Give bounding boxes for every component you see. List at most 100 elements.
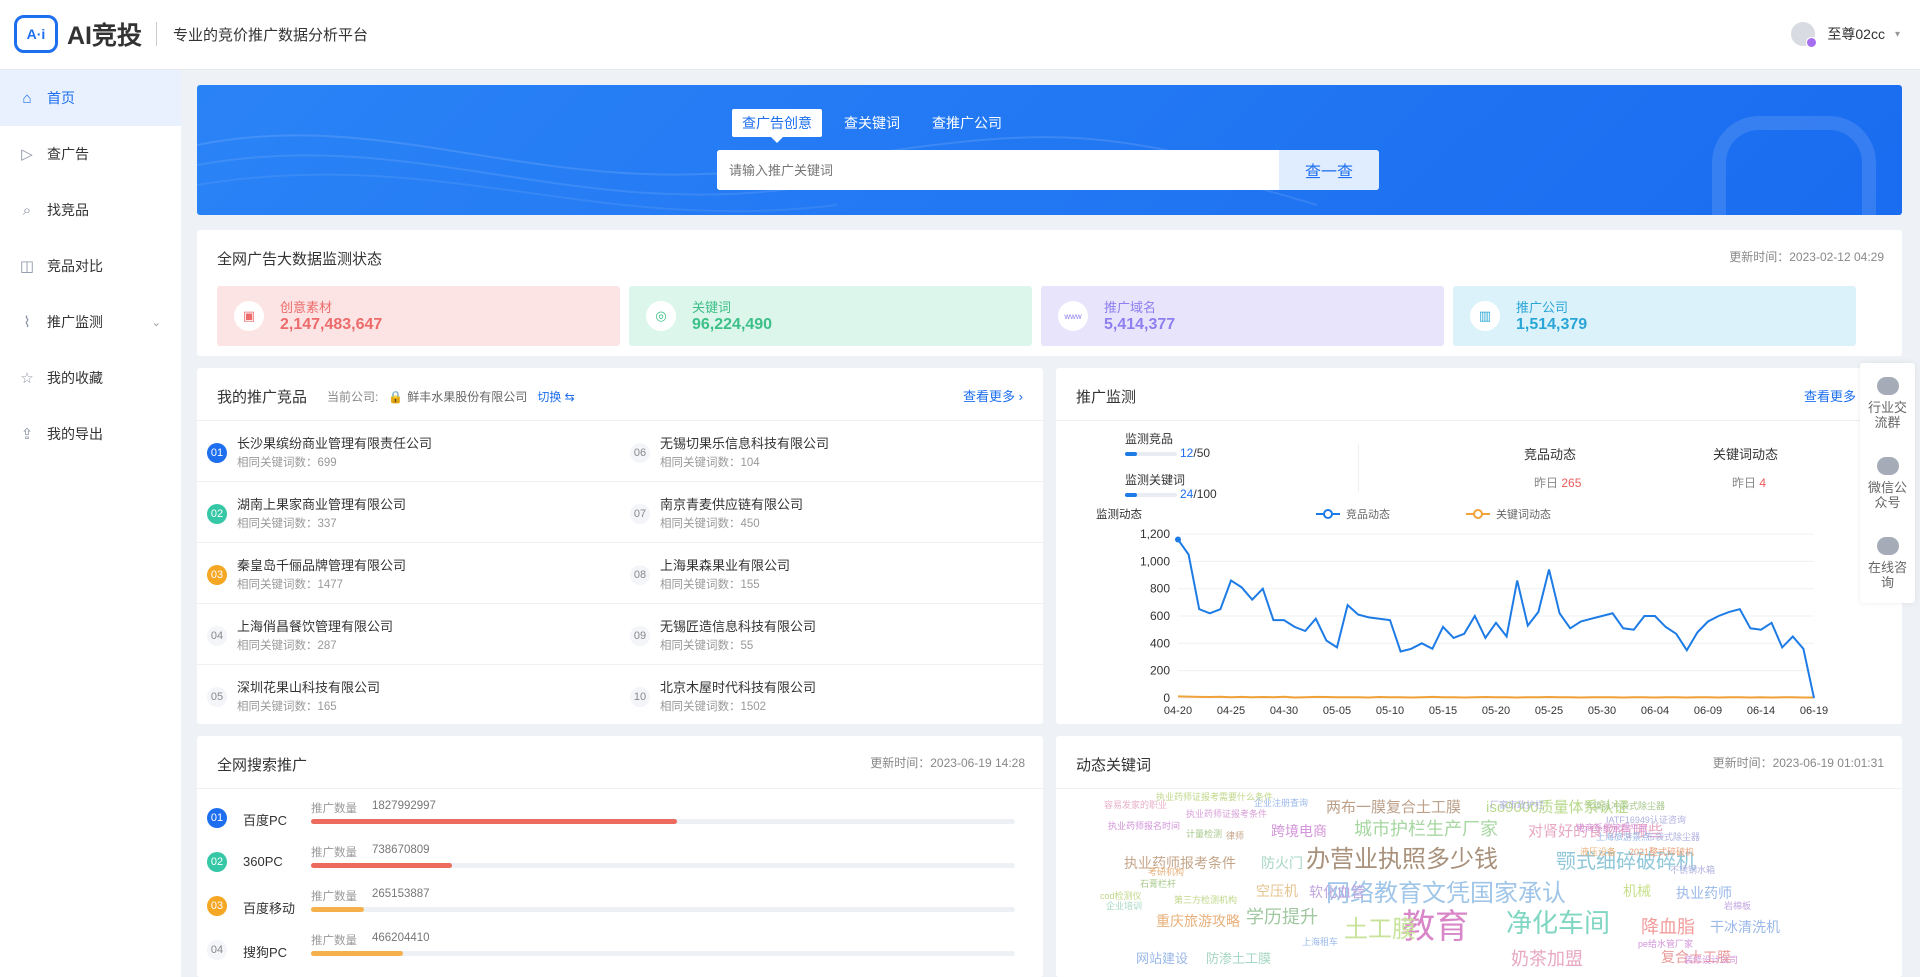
x-tick-label: 04-25: [1217, 705, 1245, 717]
switch-company-link[interactable]: 切换 ⇆: [537, 388, 574, 405]
user-menu[interactable]: 至尊02cc ▾: [1791, 22, 1900, 48]
promo-monitor-more-link[interactable]: 查看更多: [1804, 386, 1856, 405]
shared-keyword-count: 相同关键词数：55: [660, 640, 754, 652]
search-engine-row[interactable]: 01 百度PC 推广数量 1827992997: [207, 794, 1027, 838]
keyword-tag[interactable]: 厂家市政护栏: [1490, 801, 1544, 810]
competitor-name[interactable]: 上海俏昌餐饮管理有限公司: [237, 616, 393, 635]
chart-title: 监测动态: [1096, 508, 1142, 521]
stat-card-2[interactable]: www 推广域名 5,414,377: [1041, 286, 1444, 346]
search-button[interactable]: 查一查: [1279, 150, 1379, 190]
keyword-tag[interactable]: 计量检测: [1186, 830, 1222, 839]
competitor-row[interactable]: 08 上海果森果业有限公司 相同关键词数：155: [620, 543, 1043, 604]
sidebar-item-1[interactable]: ▷ 查广告: [0, 126, 181, 182]
keyword-tag[interactable]: 土工膜: [1344, 918, 1416, 942]
competitor-row[interactable]: 04 上海俏昌餐饮管理有限公司 相同关键词数：287: [197, 604, 620, 665]
keyword-tag[interactable]: 两布一膜复合土工膜: [1326, 800, 1461, 815]
competitor-row[interactable]: 02 湖南上果家商业管理有限公司 相同关键词数：337: [197, 482, 620, 543]
group-chat-icon: [1876, 376, 1899, 395]
keyword-tag[interactable]: 办营业执照多少钱: [1306, 848, 1498, 872]
keyword-tag[interactable]: 学历提升: [1246, 908, 1318, 926]
search-engine-name: 百度PC: [243, 813, 288, 828]
logo[interactable]: A·i AI竞投 专业的竞价推广数据分析平台: [14, 15, 368, 53]
float-item-0[interactable]: 行业交流群: [1860, 363, 1915, 443]
x-tick-label: 04-30: [1270, 705, 1298, 717]
keyword-tag[interactable]: 2021整式碎破机: [1629, 848, 1694, 857]
keyword-tag[interactable]: 网站建设: [1136, 952, 1188, 965]
competitor-name[interactable]: 秦皇岛千俪品牌管理有限公司: [237, 555, 406, 574]
sidebar-item-5[interactable]: ☆ 我的收藏: [0, 350, 181, 406]
keyword-tag[interactable]: 律师: [1226, 832, 1244, 841]
keyword-tag[interactable]: 布袋式除尘器: [1646, 833, 1700, 842]
stat-card-1[interactable]: ◎ 关键词 96,224,490: [629, 286, 1032, 346]
sidebar-item-4[interactable]: ⌇ 推广监测 ⌄: [0, 294, 181, 350]
keyword-tag[interactable]: 考研机构: [1148, 868, 1184, 877]
keyword-tag[interactable]: 空压机: [1256, 884, 1298, 898]
competitor-name[interactable]: 无锡匠造信息科技有限公司: [660, 616, 816, 635]
keyword-tag[interactable]: 上海旅游景点: [1596, 833, 1650, 842]
keyword-tag[interactable]: 执业药师: [1676, 886, 1732, 900]
my-products-more-link[interactable]: 查看更多 ›: [963, 386, 1023, 405]
stat-card-3[interactable]: ▥ 推广公司 1,514,379: [1453, 286, 1856, 346]
keyword-tag[interactable]: 跨境电商: [1271, 824, 1327, 838]
search-input[interactable]: [717, 150, 1279, 190]
competitor-name[interactable]: 北京木屋时代科技有限公司: [660, 677, 816, 696]
keyword-tag[interactable]: 防渗土工膜: [1206, 952, 1271, 965]
competitor-dynamic-value: 昨日 265: [1534, 476, 1582, 490]
competitor-row[interactable]: 05 深圳花果山科技有限公司 相同关键词数：165: [197, 665, 620, 726]
keyword-tag[interactable]: 企业培训: [1106, 902, 1142, 911]
keyword-tag[interactable]: cod检测仪: [1100, 892, 1142, 901]
y-tick-label: 0: [1163, 691, 1170, 705]
tab-search-type-2[interactable]: 查推广公司: [922, 109, 1012, 137]
tab-search-type-1[interactable]: 查关键词: [834, 109, 910, 137]
competitor-row[interactable]: 03 秦皇岛千俪品牌管理有限公司 相同关键词数：1477: [197, 543, 620, 604]
stat-label: 推广域名: [1104, 300, 1157, 315]
stat-card-0[interactable]: ▣ 创意素材 2,147,483,647: [217, 286, 620, 346]
competitor-row[interactable]: 07 南京青麦供应链有限公司 相同关键词数：450: [620, 482, 1043, 543]
keyword-tag[interactable]: 重庆旅游攻略: [1156, 914, 1240, 928]
competitor-row[interactable]: 10 北京木屋时代科技有限公司 相同关键词数：1502: [620, 665, 1043, 726]
float-item-2[interactable]: 在线咨询: [1860, 523, 1915, 603]
keyword-tag[interactable]: 液压设备: [1580, 848, 1616, 857]
keyword-tag[interactable]: 装修设计公司: [1684, 956, 1738, 965]
keyword-tag[interactable]: 第三方检测机构: [1174, 896, 1237, 905]
keyword-tag[interactable]: 石膏栏杆: [1140, 880, 1176, 889]
keyword-tag[interactable]: 奶茶加盟: [1511, 950, 1583, 968]
keyword-tag[interactable]: 执业药师证报考条件: [1186, 810, 1267, 819]
competitor-name[interactable]: 湖南上果家商业管理有限公司: [237, 494, 406, 513]
keyword-tag[interactable]: 气膜脉冲袋式除尘器: [1584, 802, 1665, 811]
keyword-tag[interactable]: 不锈钢水箱: [1670, 866, 1715, 875]
keyword-tag[interactable]: 机械: [1623, 884, 1651, 898]
keyword-tag[interactable]: 防火门: [1261, 856, 1303, 870]
search-engine-row[interactable]: 04 搜狗PC 推广数量 466204410: [207, 926, 1027, 970]
sidebar-item-2[interactable]: ⌕ 找竞品: [0, 182, 181, 238]
legend-label[interactable]: 关键词动态: [1496, 507, 1551, 521]
competitor-row[interactable]: 01 长沙果缤纷商业管理有限责任公司 相同关键词数：699: [197, 421, 620, 482]
competitor-name[interactable]: 上海果森果业有限公司: [660, 555, 790, 574]
search-engine-row[interactable]: 03 百度移动 推广数量 265153887: [207, 882, 1027, 926]
sidebar-item-6[interactable]: ⇪ 我的导出: [0, 406, 181, 462]
keyword-tag[interactable]: 软化血管: [1309, 885, 1365, 899]
keyword-tag[interactable]: pe给水管厂家: [1638, 940, 1693, 949]
competitor-name[interactable]: 深圳花果山科技有限公司: [237, 677, 380, 696]
competitor-name[interactable]: 南京青麦供应链有限公司: [660, 494, 803, 513]
keyword-tag[interactable]: 干冰清洗机: [1710, 920, 1780, 934]
lock-icon: 🔒: [388, 389, 404, 404]
legend-label[interactable]: 竞品动态: [1346, 507, 1390, 521]
competitor-name[interactable]: 长沙果缤纷商业管理有限责任公司: [237, 433, 432, 452]
competitor-row[interactable]: 09 无锡匠造信息科技有限公司 相同关键词数：55: [620, 604, 1043, 665]
competitor-row[interactable]: 06 无锡切果乐信息科技有限公司 相同关键词数：104: [620, 421, 1043, 482]
tab-search-type-0[interactable]: 查广告创意: [732, 109, 822, 143]
keyword-tag[interactable]: 城市护栏生产厂家: [1354, 820, 1498, 838]
keyword-tag[interactable]: 容易发家的职业: [1104, 801, 1167, 810]
keyword-tag[interactable]: 企业注册查询: [1254, 799, 1308, 808]
float-item-1[interactable]: 微信公众号: [1860, 443, 1915, 523]
competitor-name[interactable]: 无锡切果乐信息科技有限公司: [660, 433, 829, 452]
keyword-tag[interactable]: 净化车间: [1506, 910, 1610, 936]
keyword-tag[interactable]: 上海租车: [1302, 938, 1338, 947]
keyword-tag[interactable]: 执业药师报名时间: [1108, 822, 1180, 831]
keyword-tag[interactable]: 岩棉板: [1724, 902, 1751, 911]
sidebar-item-0[interactable]: ⌂ 首页: [0, 70, 181, 126]
keyword-tag[interactable]: 降血脂: [1641, 918, 1695, 936]
sidebar-item-3[interactable]: ◫ 竞品对比: [0, 238, 181, 294]
search-engine-row[interactable]: 02 360PC 推广数量 738670809: [207, 838, 1027, 882]
